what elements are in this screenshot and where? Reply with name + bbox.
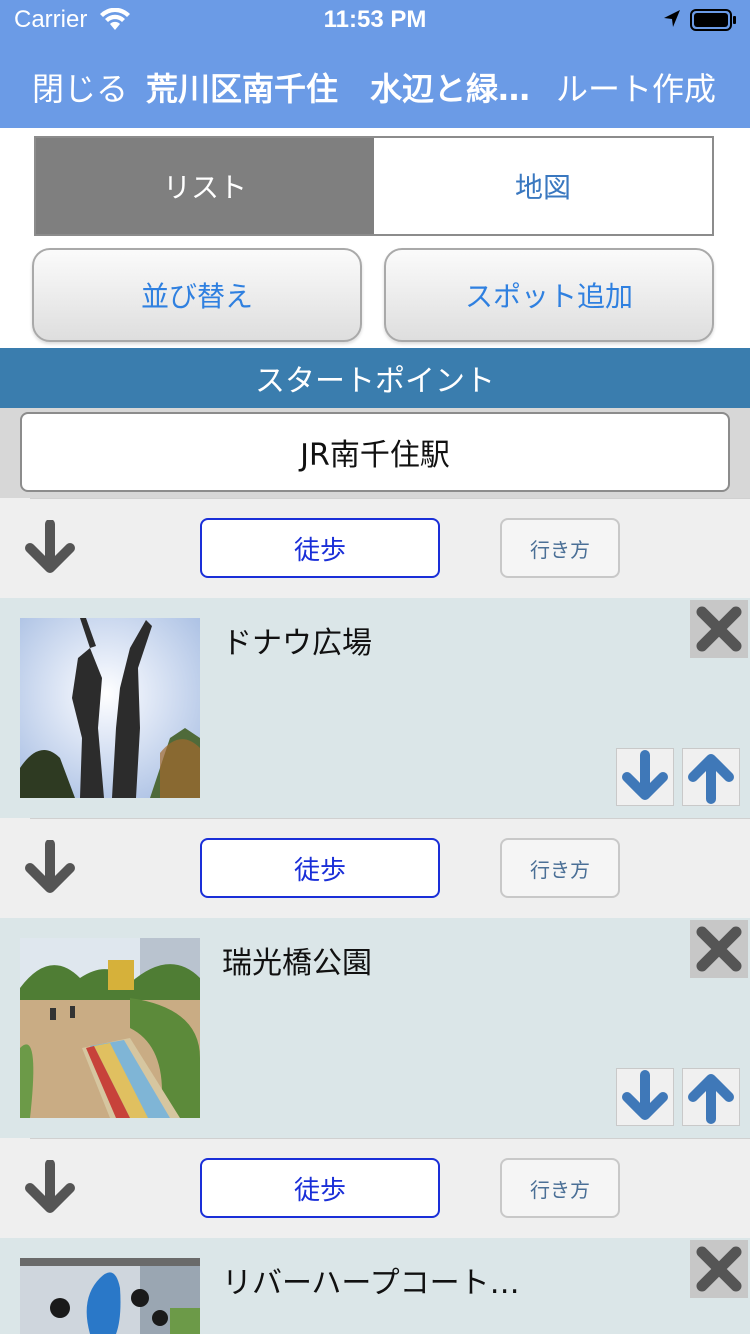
add-spot-button[interactable]: スポット追加 [384, 248, 714, 342]
arrow-down-icon [25, 520, 75, 573]
create-route-button[interactable]: ルート作成 [556, 64, 716, 110]
spot-row[interactable]: 瑞光橋公園 [0, 918, 750, 1138]
spot-row[interactable]: リバーハープコート… [0, 1238, 750, 1334]
start-point-field[interactable]: JR南千住駅 [20, 412, 730, 492]
delete-spot-button[interactable] [690, 1240, 748, 1298]
move-down-button[interactable] [616, 748, 674, 806]
walk-mode-button[interactable]: 徒歩 [200, 518, 440, 578]
arrow-down-icon [622, 1070, 668, 1120]
directions-button[interactable]: 行き方 [500, 1158, 620, 1218]
spot-name: 瑞光橋公園 [222, 946, 372, 981]
close-icon [696, 926, 742, 972]
move-up-button[interactable] [682, 748, 740, 806]
delete-spot-button[interactable] [690, 920, 748, 978]
sort-button[interactable]: 並び替え [32, 248, 362, 342]
close-button[interactable]: 閉じる [32, 64, 128, 110]
arrow-down-icon [622, 750, 668, 800]
status-time: 11:53 PM [323, 6, 427, 33]
divider [30, 818, 750, 819]
spot-name: ドナウ広場 [222, 626, 372, 661]
close-icon [696, 1246, 742, 1292]
transit-row: 徒歩 行き方 [0, 1138, 750, 1238]
walk-mode-button[interactable]: 徒歩 [200, 1158, 440, 1218]
divider [30, 498, 750, 499]
spot-photo [20, 1258, 200, 1334]
spot-name: リバーハープコート… [222, 1266, 520, 1301]
arrow-down-icon [25, 840, 75, 893]
move-down-button[interactable] [616, 1068, 674, 1126]
close-icon [696, 606, 742, 652]
view-segmented-control: リスト 地図 [34, 136, 714, 236]
transit-row: 徒歩 行き方 [0, 818, 750, 918]
directions-button[interactable]: 行き方 [500, 838, 620, 898]
nav-bar: 閉じる 荒川区南千住 水辺と緑… ルート作成 [0, 40, 750, 128]
tab-list[interactable]: リスト [36, 138, 374, 234]
delete-spot-button[interactable] [690, 600, 748, 658]
move-up-button[interactable] [682, 1068, 740, 1126]
directions-button[interactable]: 行き方 [500, 518, 620, 578]
spot-row[interactable]: ドナウ広場 [0, 598, 750, 818]
arrow-up-icon [688, 1074, 734, 1124]
app-header: Carrier 11:53 PM 閉じる 荒川区南千住 水辺と緑… ルート作成 [0, 0, 750, 128]
spot-photo [20, 938, 200, 1118]
arrow-down-icon [25, 1160, 75, 1213]
walk-mode-button[interactable]: 徒歩 [200, 838, 440, 898]
page-title: 荒川区南千住 水辺と緑… [146, 70, 531, 108]
tab-map[interactable]: 地図 [374, 138, 712, 234]
arrow-up-icon [688, 754, 734, 804]
battery-icon [690, 9, 736, 31]
transit-row: 徒歩 行き方 [0, 498, 750, 598]
location-arrow-icon [664, 10, 680, 27]
spot-photo [20, 618, 200, 798]
start-point-header: スタートポイント [0, 348, 750, 408]
divider [30, 1138, 750, 1139]
status-bar: Carrier 11:53 PM [0, 0, 750, 40]
